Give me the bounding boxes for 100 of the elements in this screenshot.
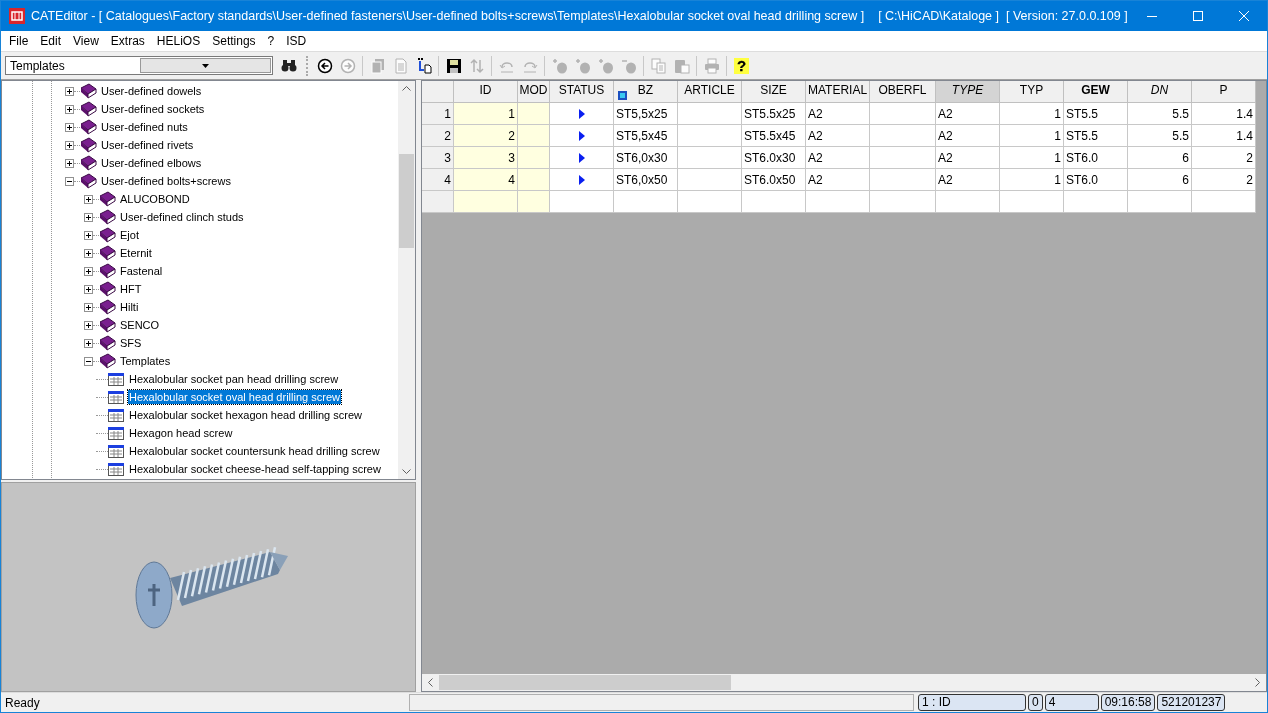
column-header[interactable]: MATERIAL: [806, 81, 870, 103]
tree-item[interactable]: Hilti: [119, 300, 140, 314]
expand-icon[interactable]: [65, 158, 74, 168]
scroll-thumb[interactable]: [439, 675, 731, 690]
tree-item[interactable]: User-defined elbows: [100, 156, 203, 170]
table-cell: [1128, 191, 1192, 213]
expand-icon[interactable]: [65, 104, 74, 114]
table-cell: [806, 191, 870, 213]
column-header[interactable]: BZ: [614, 81, 678, 103]
expand-icon[interactable]: [84, 284, 93, 294]
book-icon: [80, 137, 97, 153]
table-cell: ST5,5x45: [614, 125, 678, 147]
table-cell: [678, 125, 742, 147]
tree-item[interactable]: Templates: [119, 354, 172, 368]
table-icon: [108, 443, 124, 459]
status-message: Ready: [4, 694, 41, 712]
book-icon: [99, 353, 116, 369]
book-icon: [80, 155, 97, 171]
table-cell: [678, 147, 742, 169]
menu-item[interactable]: ISD: [280, 32, 313, 50]
table-icon: [108, 371, 124, 387]
expand-icon[interactable]: [65, 122, 74, 132]
table-cell: 2: [454, 125, 518, 147]
scrollbar[interactable]: [422, 674, 1266, 691]
collapse-icon[interactable]: [84, 356, 93, 366]
table-cell: 1: [1000, 125, 1064, 147]
tree-item[interactable]: Eternit: [119, 246, 153, 260]
tree-item[interactable]: Hexagon head screw: [128, 426, 234, 440]
column-header[interactable]: ARTICLE: [678, 81, 742, 103]
tree-item[interactable]: Hexalobular socket hexagon head drilling screw: [128, 408, 363, 422]
table-cell: A2: [806, 125, 870, 147]
scroll-down-icon: [402, 469, 411, 474]
expand-icon[interactable]: [84, 320, 93, 330]
table-cell: 4: [454, 169, 518, 191]
column-header[interactable]: TYP: [1000, 81, 1064, 103]
expand-icon[interactable]: [84, 248, 93, 258]
column-header[interactable]: ID: [454, 81, 518, 103]
grid-corner: [422, 81, 454, 103]
menu-item[interactable]: Edit: [34, 32, 68, 50]
catalogue-dropdown[interactable]: Templates: [5, 56, 273, 75]
book-icon: [99, 281, 116, 297]
column-header[interactable]: TYPE: [936, 81, 1000, 103]
column-header[interactable]: SIZE: [742, 81, 806, 103]
expand-icon[interactable]: [65, 140, 74, 150]
tree-item[interactable]: SENCO: [119, 318, 161, 332]
table-cell: [1064, 191, 1128, 213]
menu-item[interactable]: ?: [261, 32, 281, 50]
scrollbar[interactable]: [398, 81, 415, 479]
menu-item[interactable]: Settings: [206, 32, 262, 50]
tree-item[interactable]: Hexalobular socket countersunk head drilling screw: [128, 444, 381, 458]
table-cell: [678, 191, 742, 213]
expand-icon[interactable]: [84, 302, 93, 312]
menu-item[interactable]: File: [3, 32, 35, 50]
table-cell: 3: [454, 147, 518, 169]
link-icon: [618, 91, 627, 100]
expand-icon[interactable]: [84, 338, 93, 348]
tree-item[interactable]: User-defined nuts: [100, 120, 189, 134]
table-icon: [108, 425, 124, 441]
tree-item[interactable]: User-defined sockets: [100, 102, 206, 116]
table-cell: ST5.5x25: [742, 103, 806, 125]
tree-item[interactable]: Hexalobular socket oval head drilling screw: [128, 390, 341, 404]
tree-item[interactable]: User-defined bolts+screws: [100, 174, 232, 188]
expand-icon[interactable]: [65, 86, 74, 96]
collapse-icon[interactable]: [65, 176, 74, 186]
tree-item[interactable]: Hexalobular socket cheese-head self-tapping screw: [128, 462, 382, 476]
table-cell: 2: [1192, 147, 1256, 169]
scroll-up-icon: [402, 86, 411, 91]
book-icon: [99, 317, 116, 333]
tree-item[interactable]: SFS: [119, 336, 143, 350]
expand-icon[interactable]: [84, 230, 93, 240]
tree-item[interactable]: Ejot: [119, 228, 140, 242]
tree-item[interactable]: User-defined rivets: [100, 138, 195, 152]
menu-item[interactable]: HELiOS: [150, 32, 207, 50]
book-icon: [99, 227, 116, 243]
expand-icon[interactable]: [84, 212, 93, 222]
expand-icon[interactable]: [84, 194, 93, 204]
table-cell: 1: [454, 103, 518, 125]
column-header[interactable]: MOD: [518, 81, 550, 103]
row-number: 3: [422, 147, 454, 169]
menu-item[interactable]: Extras: [104, 32, 151, 50]
tree-item[interactable]: ALUCOBOND: [119, 192, 191, 206]
tree-item[interactable]: User-defined clinch studs: [119, 210, 245, 224]
tree-item[interactable]: Hexalobular socket pan head drilling screw: [128, 372, 340, 386]
column-header[interactable]: STATUS: [550, 81, 614, 103]
status-panel: 521201237: [1157, 694, 1226, 711]
scroll-thumb[interactable]: [399, 154, 414, 248]
expand-icon[interactable]: [84, 266, 93, 276]
column-header[interactable]: OBERFL: [870, 81, 936, 103]
column-header[interactable]: P: [1192, 81, 1256, 103]
tree-item[interactable]: Fastenal: [119, 264, 164, 278]
table-cell: [454, 191, 518, 213]
menu-item[interactable]: View: [67, 32, 105, 50]
table-cell: A2: [936, 103, 1000, 125]
column-header[interactable]: GEW: [1064, 81, 1128, 103]
tree-item[interactable]: User-defined dowels: [100, 84, 203, 98]
column-header[interactable]: DN: [1128, 81, 1192, 103]
close-icon: [1239, 11, 1249, 21]
tree-item[interactable]: HFT: [119, 282, 143, 296]
status-panel: 0: [1028, 694, 1043, 711]
play-marker-icon: [578, 108, 585, 119]
